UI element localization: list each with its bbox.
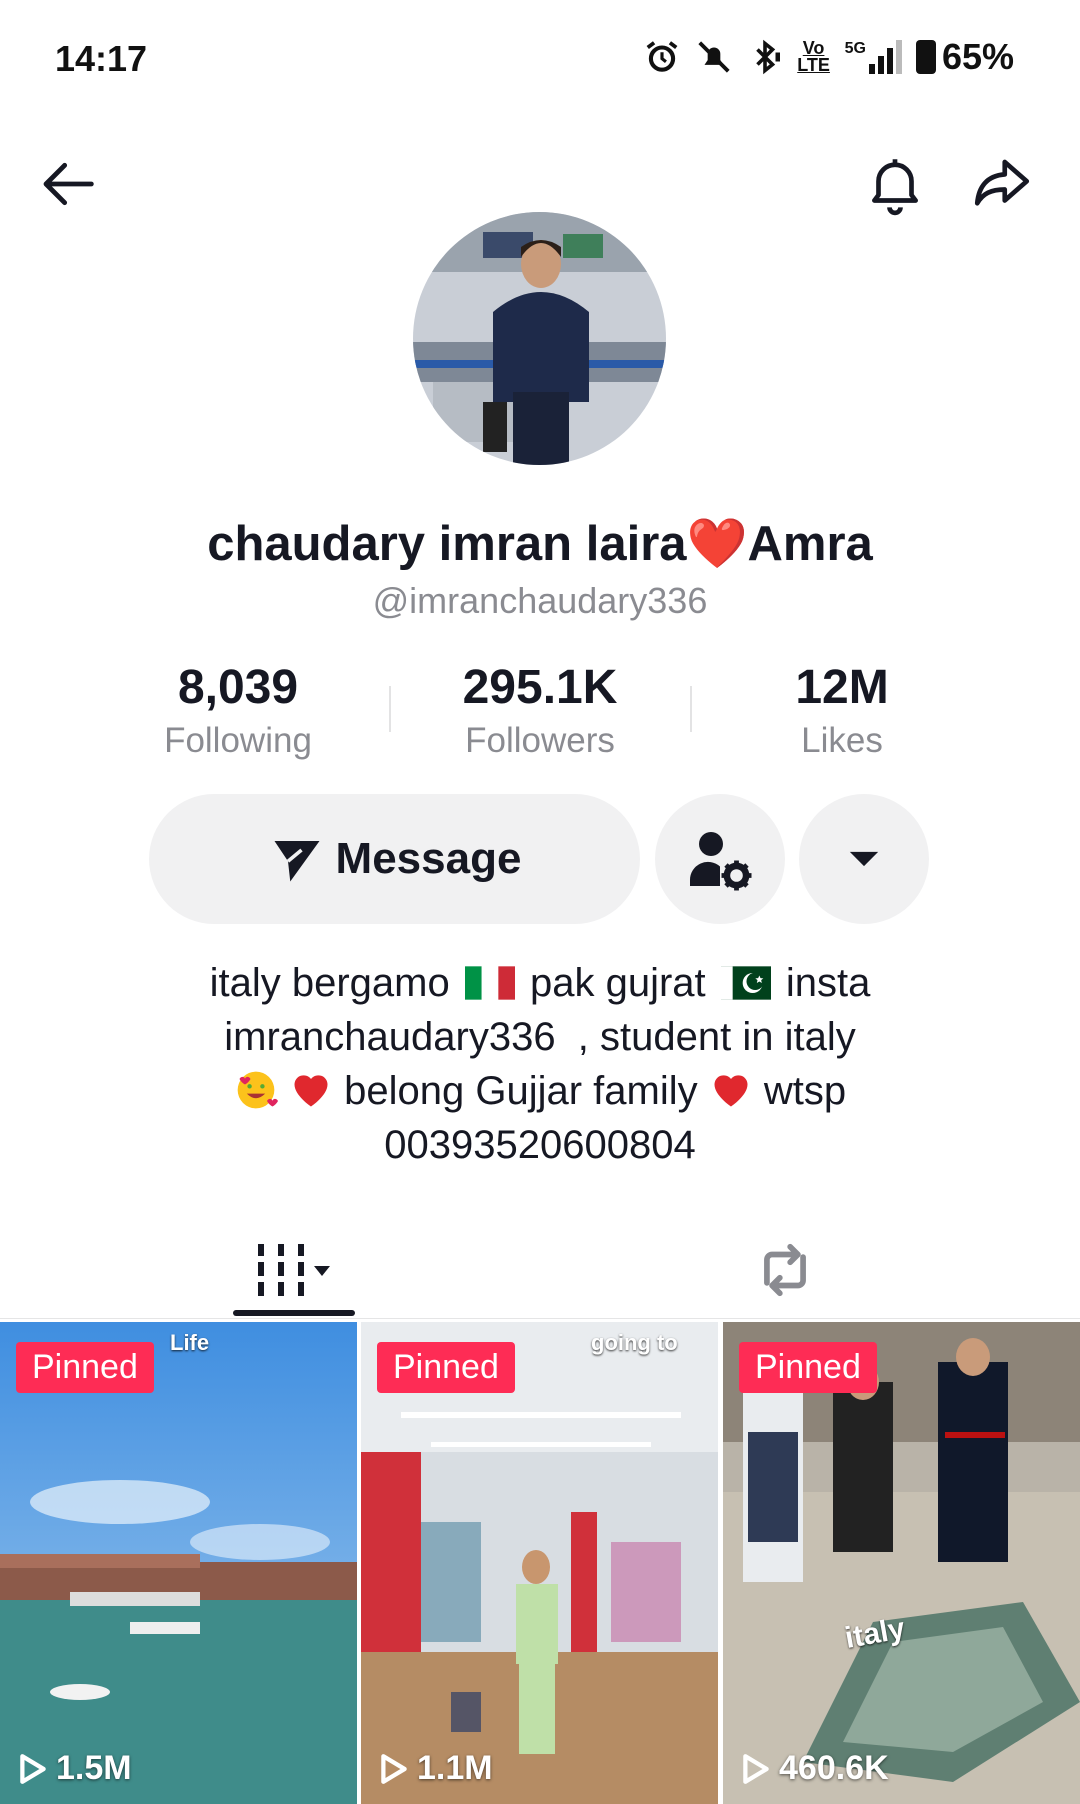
- mute-icon: [698, 41, 730, 73]
- smiling-hearts-emoji-icon: [237, 1071, 278, 1109]
- play-icon: [743, 1753, 769, 1784]
- pinned-badge: Pinned: [377, 1342, 515, 1393]
- stat-value: 295.1K: [462, 661, 618, 714]
- notification-button[interactable]: [855, 144, 935, 224]
- bluetooth-icon: [755, 39, 780, 75]
- tab-active-indicator: [233, 1310, 355, 1316]
- video-thumbnail-image: [0, 1322, 357, 1804]
- stat-following[interactable]: 8,039 Following: [108, 660, 368, 761]
- view-count-value: 460.6K: [779, 1749, 889, 1787]
- battery-icon: [915, 40, 936, 74]
- bio-line-4: 00393520600804: [384, 1123, 696, 1167]
- play-icon: [381, 1753, 407, 1784]
- stat-label: Following: [164, 721, 312, 760]
- username-handle[interactable]: @imranchaudary336: [0, 580, 1080, 622]
- stat-followers[interactable]: 295.1K Followers: [410, 660, 670, 761]
- bio-line-3: belong Gujjar family wtsp: [120, 1064, 960, 1118]
- tab-videos[interactable]: [180, 1225, 410, 1315]
- person-settings-icon: [689, 832, 752, 891]
- share-button[interactable]: [962, 144, 1042, 224]
- bio-text: pak gujrat: [529, 961, 706, 1005]
- stat-divider: [690, 686, 692, 732]
- video-thumbnail[interactable]: italy Pinned 460.6K: [723, 1322, 1080, 1804]
- bio-text: insta: [785, 961, 871, 1005]
- bio-text: italy bergamo: [209, 961, 450, 1005]
- avatar-image: [413, 212, 666, 465]
- stat-value: 8,039: [177, 661, 299, 714]
- alarm-icon: [646, 41, 677, 72]
- status-time: 14:17: [55, 38, 148, 79]
- video-caption: going to: [591, 1330, 678, 1355]
- friends-button[interactable]: [655, 794, 785, 924]
- video-thumbnail[interactable]: Life Pinned 1.5M: [0, 1322, 357, 1804]
- video-thumbnail-image: [361, 1322, 718, 1804]
- send-icon: [274, 841, 320, 882]
- stat-divider: [389, 686, 391, 732]
- tab-reposts[interactable]: [670, 1225, 900, 1315]
- pakistan-flag-icon: [720, 966, 771, 1000]
- video-thumbnail-image: [723, 1322, 1080, 1804]
- back-button[interactable]: [30, 144, 110, 224]
- share-icon: [974, 159, 1030, 206]
- view-count: 1.5M: [18, 1749, 132, 1788]
- stat-value: 12M: [795, 661, 889, 714]
- tabs-divider: [0, 1318, 1080, 1319]
- display-name: chaudary imran laira❤️Amra: [207, 517, 873, 571]
- view-count: 460.6K: [741, 1749, 889, 1788]
- network-type: 5G: [844, 40, 866, 57]
- heart-icon: [714, 1075, 748, 1107]
- video-caption: Life: [170, 1330, 210, 1355]
- stat-likes[interactable]: 12M Likes: [712, 660, 972, 761]
- signal-5g-icon: 5G: [845, 40, 902, 74]
- heart-icon: [294, 1075, 328, 1107]
- view-count: 1.1M: [379, 1749, 493, 1788]
- grid-icon: [258, 1244, 330, 1296]
- view-count-value: 1.5M: [56, 1749, 132, 1787]
- arrow-left-icon: [43, 162, 94, 206]
- play-icon: [20, 1753, 46, 1784]
- bio-line-2: imranchaudary336 , student in italy: [224, 1015, 856, 1059]
- italy-flag-icon: [464, 966, 515, 1000]
- view-count-value: 1.1M: [417, 1749, 493, 1787]
- pinned-badge: Pinned: [739, 1342, 877, 1393]
- bio-text: wtsp: [763, 1069, 847, 1113]
- message-label: Message: [335, 834, 522, 883]
- stat-label: Followers: [465, 721, 615, 760]
- avatar[interactable]: [413, 212, 666, 465]
- video-thumbnail[interactable]: going to Pinned 1.1M: [361, 1322, 718, 1804]
- pinned-badge: Pinned: [16, 1342, 154, 1393]
- more-button[interactable]: [799, 794, 929, 924]
- bell-icon: [872, 159, 918, 216]
- repost-icon: [764, 1243, 806, 1297]
- status-icons: Vo LTE 5G 65%: [643, 36, 1014, 78]
- volte-icon: Vo LTE: [797, 38, 830, 75]
- caret-down-icon: [849, 851, 879, 867]
- battery-level: 65%: [941, 36, 1014, 77]
- message-button[interactable]: Message: [149, 794, 640, 924]
- bio-text: belong Gujjar family: [344, 1069, 698, 1113]
- bio-line-1: italy bergamo pak gujrat insta: [120, 956, 960, 1010]
- bio: italy bergamo pak gujrat insta imranchau…: [120, 956, 960, 1172]
- stat-label: Likes: [801, 721, 883, 760]
